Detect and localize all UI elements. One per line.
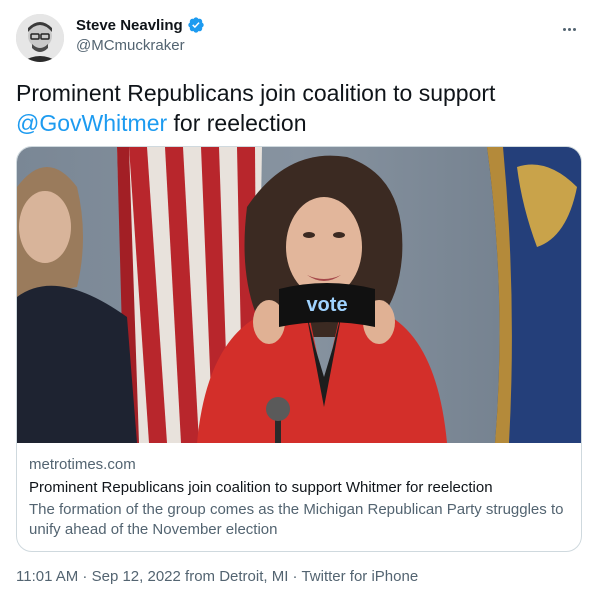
meta-separator: · (78, 568, 92, 585)
card-description: The formation of the group comes as the … (29, 501, 564, 538)
more-options-icon[interactable] (558, 20, 580, 38)
card-body: metrotimes.com Prominent Republicans joi… (29, 455, 569, 540)
tweet-source-link[interactable]: Twitter for iPhone (301, 568, 418, 585)
vote-sign-text: vote (306, 294, 347, 316)
tweet-header: Steve Neavling @MCmuckraker (16, 14, 582, 62)
tweet-timestamp-date[interactable]: Sep 12, 2022 (92, 568, 181, 585)
author-info: Steve Neavling @MCmuckraker (76, 16, 205, 54)
card-domain: metrotimes.com (29, 456, 136, 473)
mention-link[interactable]: @GovWhitmer (16, 110, 167, 136)
tweet-meta: 11:01 AM · Sep 12, 2022 from Detroit, MI… (16, 568, 418, 585)
card-image[interactable]: vote (17, 147, 581, 443)
avatar[interactable] (16, 14, 64, 62)
tweet-timestamp-time[interactable]: 11:01 AM (16, 568, 78, 585)
tweet-location: from Detroit, MI (180, 568, 289, 585)
author-display-name[interactable]: Steve Neavling (76, 17, 183, 34)
card-title[interactable]: Prominent Republicans join coalition to … (29, 478, 569, 498)
person-avatar-icon (16, 14, 64, 62)
tweet-text-before: Prominent Republicans join coalition to … (16, 80, 496, 106)
link-preview-card[interactable]: vote metrotimes.com Prominent Republican… (16, 146, 582, 552)
tweet-text: Prominent Republicans join coalition to … (16, 78, 576, 138)
author-handle[interactable]: @MCmuckraker (76, 37, 205, 54)
verified-badge-icon (187, 16, 205, 34)
tweet-text-after: for reelection (167, 110, 307, 136)
meta-separator: · (288, 568, 302, 585)
